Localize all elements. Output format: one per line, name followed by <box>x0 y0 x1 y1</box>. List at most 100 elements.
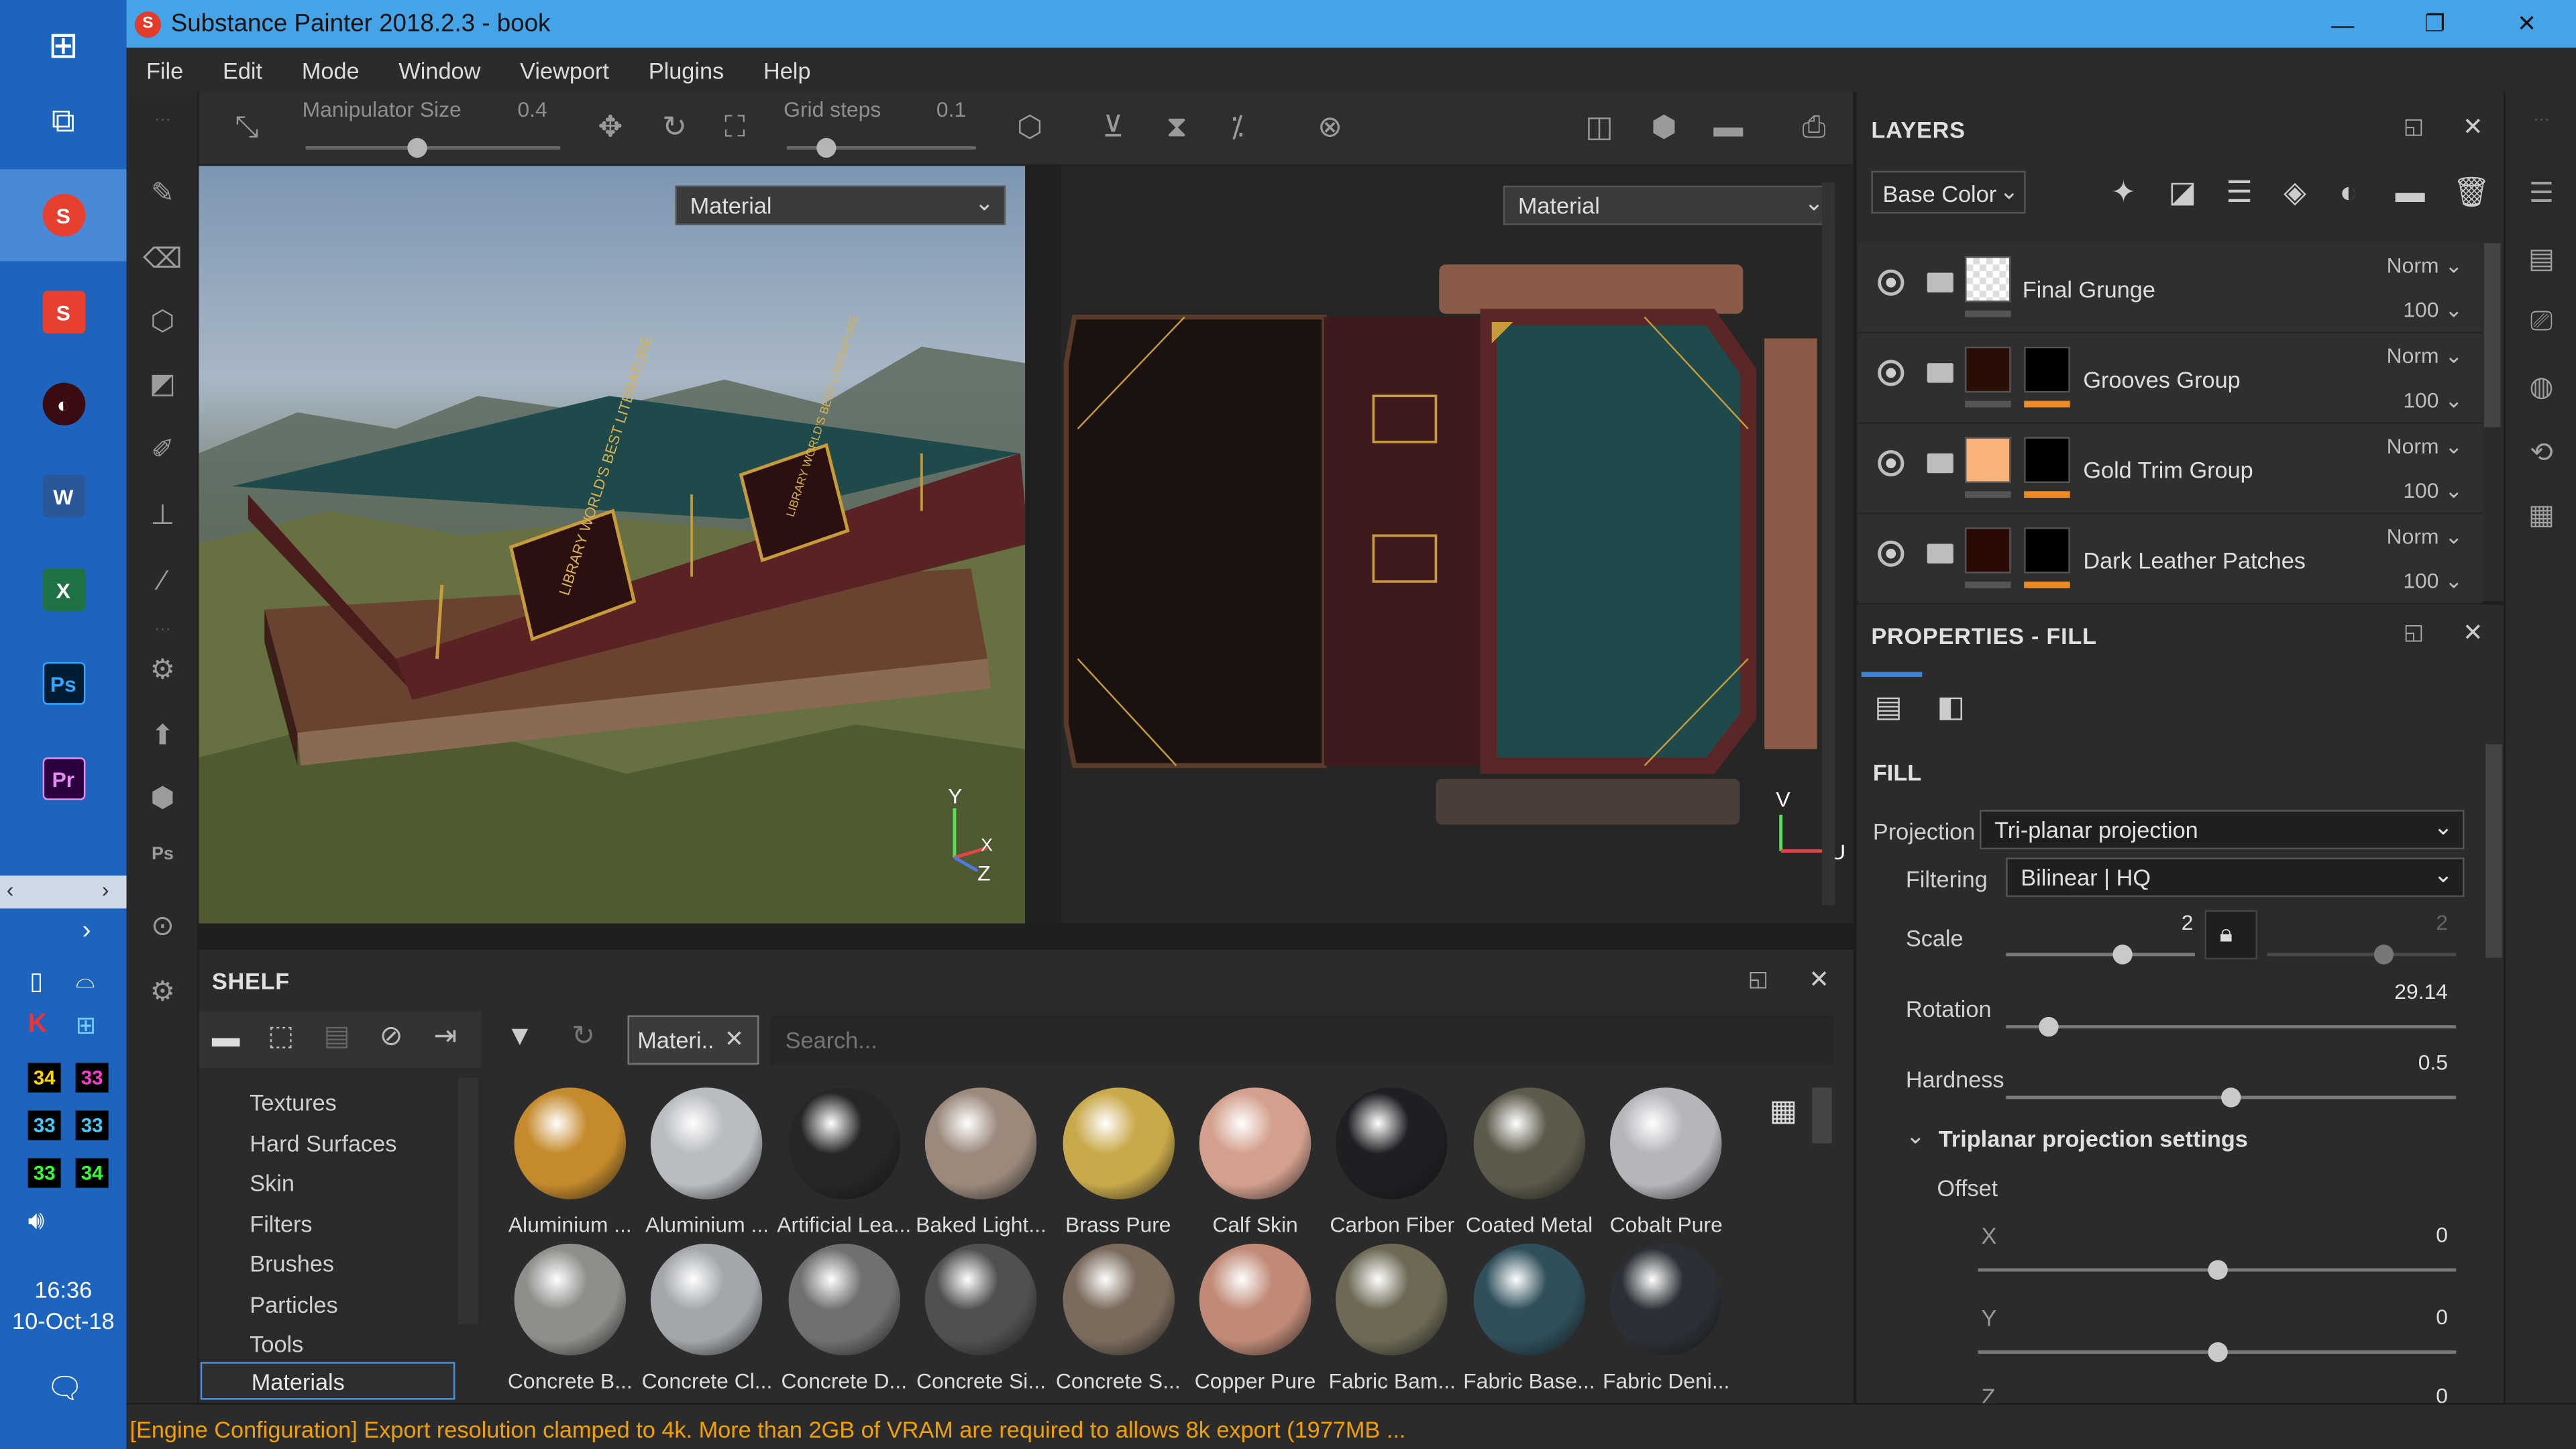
menu-edit[interactable]: Edit <box>203 56 282 83</box>
scale-lock-button[interactable]: 🔒︎ <box>2204 910 2257 960</box>
align-icon[interactable]: ⊻ <box>1102 110 1124 143</box>
material-tile[interactable]: Concrete S... <box>1049 1243 1187 1393</box>
layer-mask-thumbnail[interactable] <box>2024 437 2070 484</box>
split-view-icon[interactable]: ◫ <box>1585 110 1613 143</box>
material-tile[interactable]: Aluminium ... <box>638 1087 776 1237</box>
reset-icon[interactable]: ⊗ <box>1318 110 1342 143</box>
grid-steps-knob[interactable] <box>815 138 836 158</box>
layers-close-icon[interactable]: ✕ <box>2463 112 2483 142</box>
scale-v-value[interactable]: 2 <box>2357 910 2448 935</box>
add-mask-icon[interactable]: ◪ <box>2169 176 2197 210</box>
display-mode-icon[interactable]: ⬢ <box>1651 110 1676 143</box>
offset-x-slider[interactable] <box>1978 1260 2457 1280</box>
category-materials-selected[interactable]: Materials <box>200 1362 455 1400</box>
material-tile[interactable]: Artificial Lea... <box>775 1087 913 1237</box>
opacity-dropdown[interactable]: 100 ⌄ <box>2403 297 2463 323</box>
layer-row[interactable]: Dark Leather Patches Norm ⌄ 100 ⌄ <box>1858 514 2483 605</box>
save-preset-icon[interactable]: ▤ <box>323 1020 350 1053</box>
viewport-3d-mode-dropdown[interactable]: Material ⌄ <box>675 185 1006 225</box>
transform-icon[interactable]: ⤡ <box>235 110 258 143</box>
settings-icon[interactable]: ⚙ <box>127 976 199 1009</box>
blend-mode-dropdown[interactable]: Norm ⌄ <box>2387 253 2463 279</box>
symmetry-icon[interactable]: ⧗ <box>1167 110 1187 143</box>
photoshop-export-icon[interactable]: Ps <box>127 845 199 864</box>
scale-v-slider[interactable] <box>2267 945 2457 965</box>
remove-filter-icon[interactable]: ✕ <box>724 1025 744 1053</box>
rotate-icon[interactable]: ↻ <box>662 110 687 143</box>
taskbar-photoshop[interactable]: Ps <box>0 637 127 729</box>
category-skin[interactable]: Skin <box>250 1170 294 1196</box>
history-icon[interactable]: ⟲ <box>2506 437 2576 470</box>
scroll-left-icon[interactable]: ‹ <box>7 877 14 902</box>
tray-ram[interactable]: 33 <box>28 1158 61 1188</box>
filter-icon[interactable]: ▼ <box>506 1020 533 1053</box>
snap-icon[interactable]: ⁒ <box>1230 110 1244 143</box>
material-tile[interactable]: Brass Pure <box>1049 1087 1187 1237</box>
layer-name[interactable]: Dark Leather Patches <box>2083 547 2306 574</box>
category-filters[interactable]: Filters <box>250 1211 312 1237</box>
layer-thumbnail[interactable] <box>1965 256 2011 303</box>
taskbar-substance-painter[interactable]: S <box>0 169 127 262</box>
layer-row[interactable]: Gold Trim Group Norm ⌄ 100 ⌄ <box>1858 423 2483 515</box>
volume-icon[interactable]: 🔊︎ <box>28 1208 45 1237</box>
taskbar-word[interactable]: W <box>0 450 127 542</box>
usb-icon[interactable]: ▯ <box>30 966 43 996</box>
layer-row[interactable]: Grooves Group Norm ⌄ 100 ⌄ <box>1858 333 2483 424</box>
properties-float-icon[interactable]: ◱ <box>2404 619 2424 645</box>
tray-gpu-temp[interactable]: 33 <box>28 1110 61 1140</box>
tray-gpu-load[interactable]: 33 <box>75 1110 109 1140</box>
expand-chevron-icon[interactable]: › <box>82 917 91 947</box>
layer-thumbnail[interactable] <box>1965 346 2011 393</box>
substance-share-icon[interactable]: ⬢ <box>127 782 199 815</box>
material-tile[interactable]: Concrete B... <box>501 1243 639 1393</box>
clone-stamp-icon[interactable]: ⊥ <box>127 499 199 532</box>
rotation-slider[interactable] <box>2006 1016 2457 1037</box>
screenshot-icon[interactable]: ⎙ <box>1803 110 1826 143</box>
category-textures[interactable]: Textures <box>250 1089 337 1116</box>
delete-layer-icon[interactable]: 🗑︎ <box>2453 176 2490 210</box>
manipulator-size-knob[interactable] <box>407 138 427 158</box>
import-icon[interactable]: ⇥ <box>434 1020 458 1053</box>
layer-name[interactable]: Grooves Group <box>2083 366 2240 392</box>
iray-icon[interactable]: ⚙ <box>127 654 199 687</box>
filtering-dropdown[interactable]: Bilinear | HQ ⌄ <box>2006 857 2465 898</box>
viewer-settings-icon[interactable]: ◍ <box>2506 371 2576 404</box>
viewport-splitter[interactable] <box>1025 166 1062 924</box>
tray-cpu-load[interactable]: 33 <box>75 1063 109 1093</box>
polygon-fill-icon[interactable]: ◩ <box>127 368 199 401</box>
color-picker-icon[interactable]: ⁄ <box>127 565 199 598</box>
add-effect-icon[interactable]: ✦ <box>2111 176 2136 210</box>
shelf-float-icon[interactable]: ◱ <box>1748 966 1768 992</box>
shelf-close-icon[interactable]: ✕ <box>1809 965 1829 994</box>
scale-u-value[interactable]: 2 <box>2103 910 2194 935</box>
add-layer-icon[interactable]: ☰ <box>2226 176 2253 210</box>
filter-tag[interactable]: Materi.. ✕ <box>627 1015 759 1065</box>
new-shelf-icon[interactable]: ⬚ <box>268 1020 294 1053</box>
taskbar-premiere[interactable]: Pr <box>0 733 127 824</box>
action-center-icon[interactable]: 🗨︎ <box>46 1372 84 1406</box>
camera-icon[interactable]: ▬ <box>1713 110 1743 143</box>
scale-v-knob[interactable] <box>2373 945 2394 965</box>
material-tile[interactable]: Concrete D... <box>775 1243 913 1393</box>
menu-viewport[interactable]: Viewport <box>500 56 629 83</box>
minimize-button[interactable]: — <box>2297 0 2389 48</box>
material-tile[interactable]: Baked Light... <box>912 1087 1051 1237</box>
layers-float-icon[interactable]: ◱ <box>2404 113 2424 140</box>
triplanar-settings-header[interactable]: Triplanar projection settings <box>1939 1126 2248 1152</box>
antivirus-icon[interactable]: K <box>28 1010 47 1040</box>
bake-icon[interactable]: ⬆ <box>127 720 199 753</box>
taskbar-substance-designer[interactable]: S <box>0 266 127 358</box>
tray-disk[interactable]: 34 <box>75 1158 109 1188</box>
paint-brush-icon[interactable]: ✎ <box>127 177 199 210</box>
layer-row[interactable]: Final Grunge Norm ⌄ 100 ⌄ <box>1858 243 2483 334</box>
material-grid-scrollbar[interactable] <box>1812 1087 1832 1144</box>
channel-dropdown[interactable]: Base Color ⌄ <box>1871 170 2026 214</box>
scale-u-knob[interactable] <box>2112 945 2133 965</box>
layers-scrollbar[interactable] <box>2483 243 2501 427</box>
smudge-icon[interactable]: ✐ <box>127 434 199 467</box>
opacity-dropdown[interactable]: 100 ⌄ <box>2403 568 2463 594</box>
visibility-toggle-icon[interactable] <box>1878 269 1904 296</box>
menu-mode[interactable]: Mode <box>282 56 379 83</box>
close-button[interactable]: ✕ <box>2481 0 2573 48</box>
properties-scrollbar[interactable] <box>2485 744 2502 958</box>
